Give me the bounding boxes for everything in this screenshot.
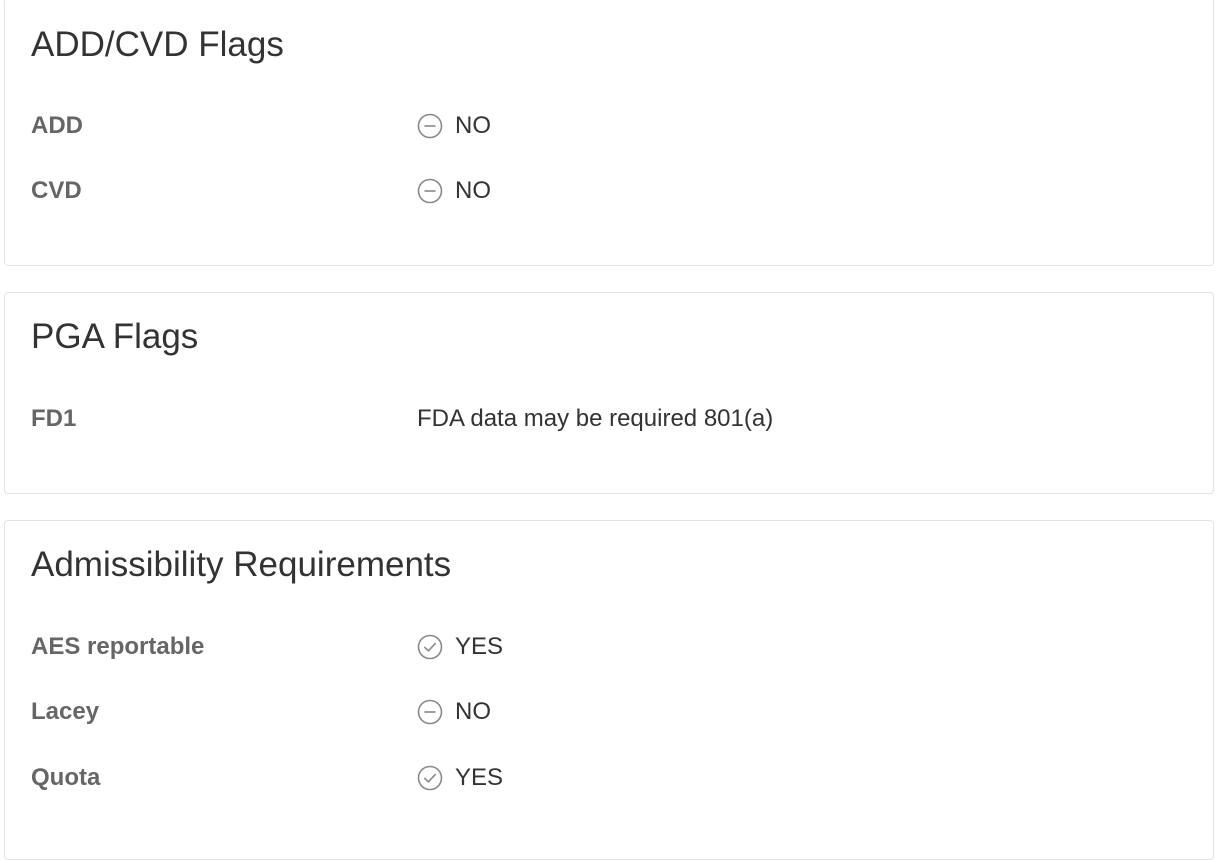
- card-title: PGA Flags: [31, 317, 199, 356]
- check-circle-icon: [417, 634, 443, 660]
- row-value: YES: [417, 632, 503, 662]
- minus-circle-icon: [417, 699, 443, 725]
- card-title: Admissibility Requirements: [31, 545, 452, 584]
- card-title: ADD/CVD Flags: [31, 25, 284, 64]
- status-text: NO: [455, 112, 491, 139]
- row-label: Lacey: [31, 698, 100, 725]
- row-value: YES: [417, 763, 503, 793]
- status-text: YES: [455, 764, 504, 791]
- row-value: NO: [417, 176, 491, 206]
- admissibility-requirements-card: Admissibility Requirements AES reportabl…: [4, 520, 1214, 860]
- status-text: NO: [455, 177, 491, 204]
- row-value: NO: [417, 697, 491, 727]
- add-cvd-flags-card: ADD/CVD Flags ADD NO CVD NO: [4, 0, 1214, 266]
- check-circle-icon: [417, 765, 443, 791]
- row-label: Quota: [31, 764, 101, 791]
- row-label: ADD: [31, 112, 83, 139]
- row-label: CVD: [31, 177, 82, 204]
- row-value: FDA data may be required 801(a): [417, 405, 774, 432]
- row-label: AES reportable: [31, 633, 205, 660]
- flag-row-fd1: FD1 FDA data may be required 801(a): [5, 404, 1213, 434]
- minus-circle-icon: [417, 113, 443, 139]
- row-value: NO: [417, 111, 491, 141]
- minus-circle-icon: [417, 178, 443, 204]
- requirement-row-aes-reportable: AES reportable YES: [5, 632, 1213, 662]
- requirement-row-quota: Quota YES: [5, 763, 1213, 793]
- row-label: FD1: [31, 405, 77, 432]
- status-text: YES: [455, 633, 504, 660]
- status-text: NO: [455, 698, 491, 725]
- flag-row-cvd: CVD NO: [5, 176, 1213, 206]
- flag-row-add: ADD NO: [5, 111, 1213, 141]
- pga-flags-card: PGA Flags FD1 FDA data may be required 8…: [4, 292, 1214, 494]
- requirement-row-lacey: Lacey NO: [5, 697, 1213, 727]
